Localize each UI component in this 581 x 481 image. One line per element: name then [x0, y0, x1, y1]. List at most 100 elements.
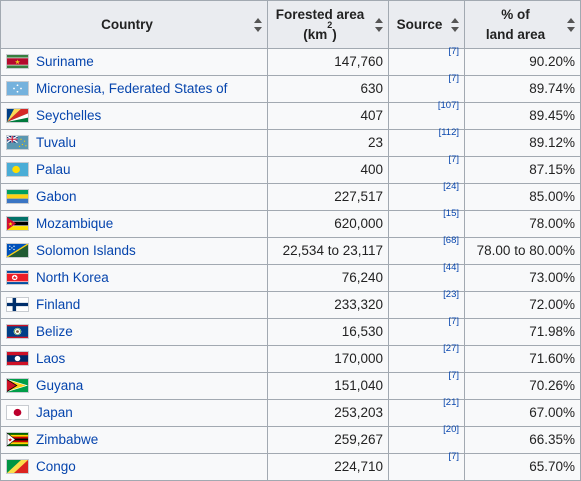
seychelles-flag-icon [6, 107, 29, 123]
source-cell: [44] [388, 262, 465, 292]
table-row: Belize 16,530 [7] 71.98% [0, 316, 581, 346]
source-cell: [7] [388, 316, 465, 346]
forested-area-cell: 22,534 to 23,117 [267, 237, 389, 265]
percent-land-cell: 70.26% [464, 372, 581, 400]
source-reference-link[interactable]: [7] [448, 451, 459, 462]
table-row: Congo 224,710 [7] 65.70% [0, 451, 581, 481]
country-cell: Suriname [0, 48, 268, 76]
source-reference-link[interactable]: [112] [439, 127, 459, 138]
forest-area-table: Country Forested area (km2) Source % of … [0, 0, 581, 481]
country-cell: Laos [0, 345, 268, 373]
gabon-flag-icon [6, 188, 29, 204]
percent-land-cell: 89.45% [464, 102, 581, 130]
country-link[interactable]: Tuvalu [36, 135, 76, 150]
source-cell: [7] [388, 370, 465, 400]
country-cell: North Korea [0, 264, 268, 292]
forested-area-cell: 400 [267, 156, 389, 184]
table-row: Guyana 151,040 [7] 70.26% [0, 370, 581, 400]
laos-flag-icon [6, 350, 29, 366]
country-link[interactable]: Palau [36, 162, 71, 177]
table-row: Mozambique 620,000 [15] 78.00% [0, 208, 581, 238]
column-header-forested-area-label: Forested area [275, 6, 365, 22]
country-link[interactable]: Solomon Islands [36, 243, 136, 258]
column-header-percent-land[interactable]: % of land area [464, 0, 581, 49]
source-reference-link[interactable]: [21] [443, 397, 459, 408]
column-header-country-label: Country [101, 16, 153, 32]
source-reference-link[interactable]: [7] [448, 370, 459, 381]
column-header-source[interactable]: Source [388, 0, 465, 49]
source-cell: [107] [388, 100, 465, 130]
country-link[interactable]: Mozambique [36, 216, 113, 231]
country-link[interactable]: Guyana [36, 378, 83, 393]
percent-land-cell: 89.12% [464, 129, 581, 157]
source-reference-link[interactable]: [7] [448, 73, 459, 84]
forested-area-cell: 151,040 [267, 372, 389, 400]
source-reference-link[interactable]: [20] [443, 424, 459, 435]
percent-land-cell: 78.00% [464, 210, 581, 238]
unit-prefix: (km [303, 26, 328, 42]
zimbabwe-flag-icon [6, 431, 29, 447]
source-reference-link[interactable]: [27] [443, 343, 459, 354]
source-reference-link[interactable]: [7] [448, 46, 459, 57]
percent-land-cell: 90.20% [464, 48, 581, 76]
sort-icon[interactable] [451, 17, 459, 32]
column-header-forested-area[interactable]: Forested area (km2) [267, 0, 389, 49]
palau-flag-icon [6, 161, 29, 177]
header-row: Country Forested area (km2) Source % of … [0, 0, 581, 49]
source-reference-link[interactable]: [68] [443, 235, 459, 246]
forested-area-cell: 253,203 [267, 399, 389, 427]
sort-icon[interactable] [567, 17, 575, 32]
forested-area-cell: 630 [267, 75, 389, 103]
forested-area-cell: 407 [267, 102, 389, 130]
country-cell: Palau [0, 156, 268, 184]
country-link[interactable]: Zimbabwe [36, 432, 98, 447]
country-cell: Zimbabwe [0, 426, 268, 454]
country-cell: Solomon Islands [0, 237, 268, 265]
unit-superscript: 2 [327, 20, 333, 30]
forested-area-cell: 147,760 [267, 48, 389, 76]
japan-flag-icon [6, 404, 29, 420]
source-cell: [24] [388, 181, 465, 211]
source-cell: [7] [388, 73, 465, 103]
country-link[interactable]: Suriname [36, 54, 94, 69]
percent-land-cell: 72.00% [464, 291, 581, 319]
source-reference-link[interactable]: [7] [448, 154, 459, 165]
solomon-islands-flag-icon [6, 242, 29, 258]
source-cell: [7] [388, 154, 465, 184]
country-cell: Seychelles [0, 102, 268, 130]
sort-icon[interactable] [375, 17, 383, 32]
country-link[interactable]: Micronesia, Federated States of [36, 81, 227, 96]
country-cell: Congo [0, 453, 268, 481]
country-link[interactable]: Seychelles [36, 108, 101, 123]
table-row: Seychelles 407 [107] 89.45% [0, 100, 581, 130]
source-reference-link[interactable]: [44] [443, 262, 459, 273]
percent-land-cell: 71.60% [464, 345, 581, 373]
source-reference-link[interactable]: [7] [448, 316, 459, 327]
column-header-country[interactable]: Country [0, 0, 268, 49]
percent-land-cell: 78.00 to 80.00% [464, 237, 581, 265]
source-cell: [68] [388, 235, 465, 265]
country-link[interactable]: Finland [36, 297, 80, 312]
country-cell: Finland [0, 291, 268, 319]
forested-area-cell: 227,517 [267, 183, 389, 211]
country-link[interactable]: Laos [36, 351, 65, 366]
country-link[interactable]: Belize [36, 324, 73, 339]
source-reference-link[interactable]: [15] [443, 208, 459, 219]
source-reference-link[interactable]: [107] [438, 100, 459, 111]
forested-area-cell: 16,530 [267, 318, 389, 346]
percent-land-cell: 65.70% [464, 453, 581, 481]
sort-icon[interactable] [254, 17, 262, 32]
country-link[interactable]: North Korea [36, 270, 109, 285]
country-link[interactable]: Japan [36, 405, 73, 420]
finland-flag-icon [6, 296, 29, 312]
source-cell: [112] [388, 127, 465, 157]
source-cell: [21] [388, 397, 465, 427]
source-reference-link[interactable]: [23] [443, 289, 459, 300]
country-link[interactable]: Congo [36, 459, 76, 474]
country-cell: Gabon [0, 183, 268, 211]
source-reference-link[interactable]: [24] [443, 181, 459, 192]
percent-land-cell: 89.74% [464, 75, 581, 103]
unit-suffix: ) [332, 26, 337, 42]
country-link[interactable]: Gabon [36, 189, 77, 204]
column-header-percent-line2: land area [485, 26, 546, 42]
